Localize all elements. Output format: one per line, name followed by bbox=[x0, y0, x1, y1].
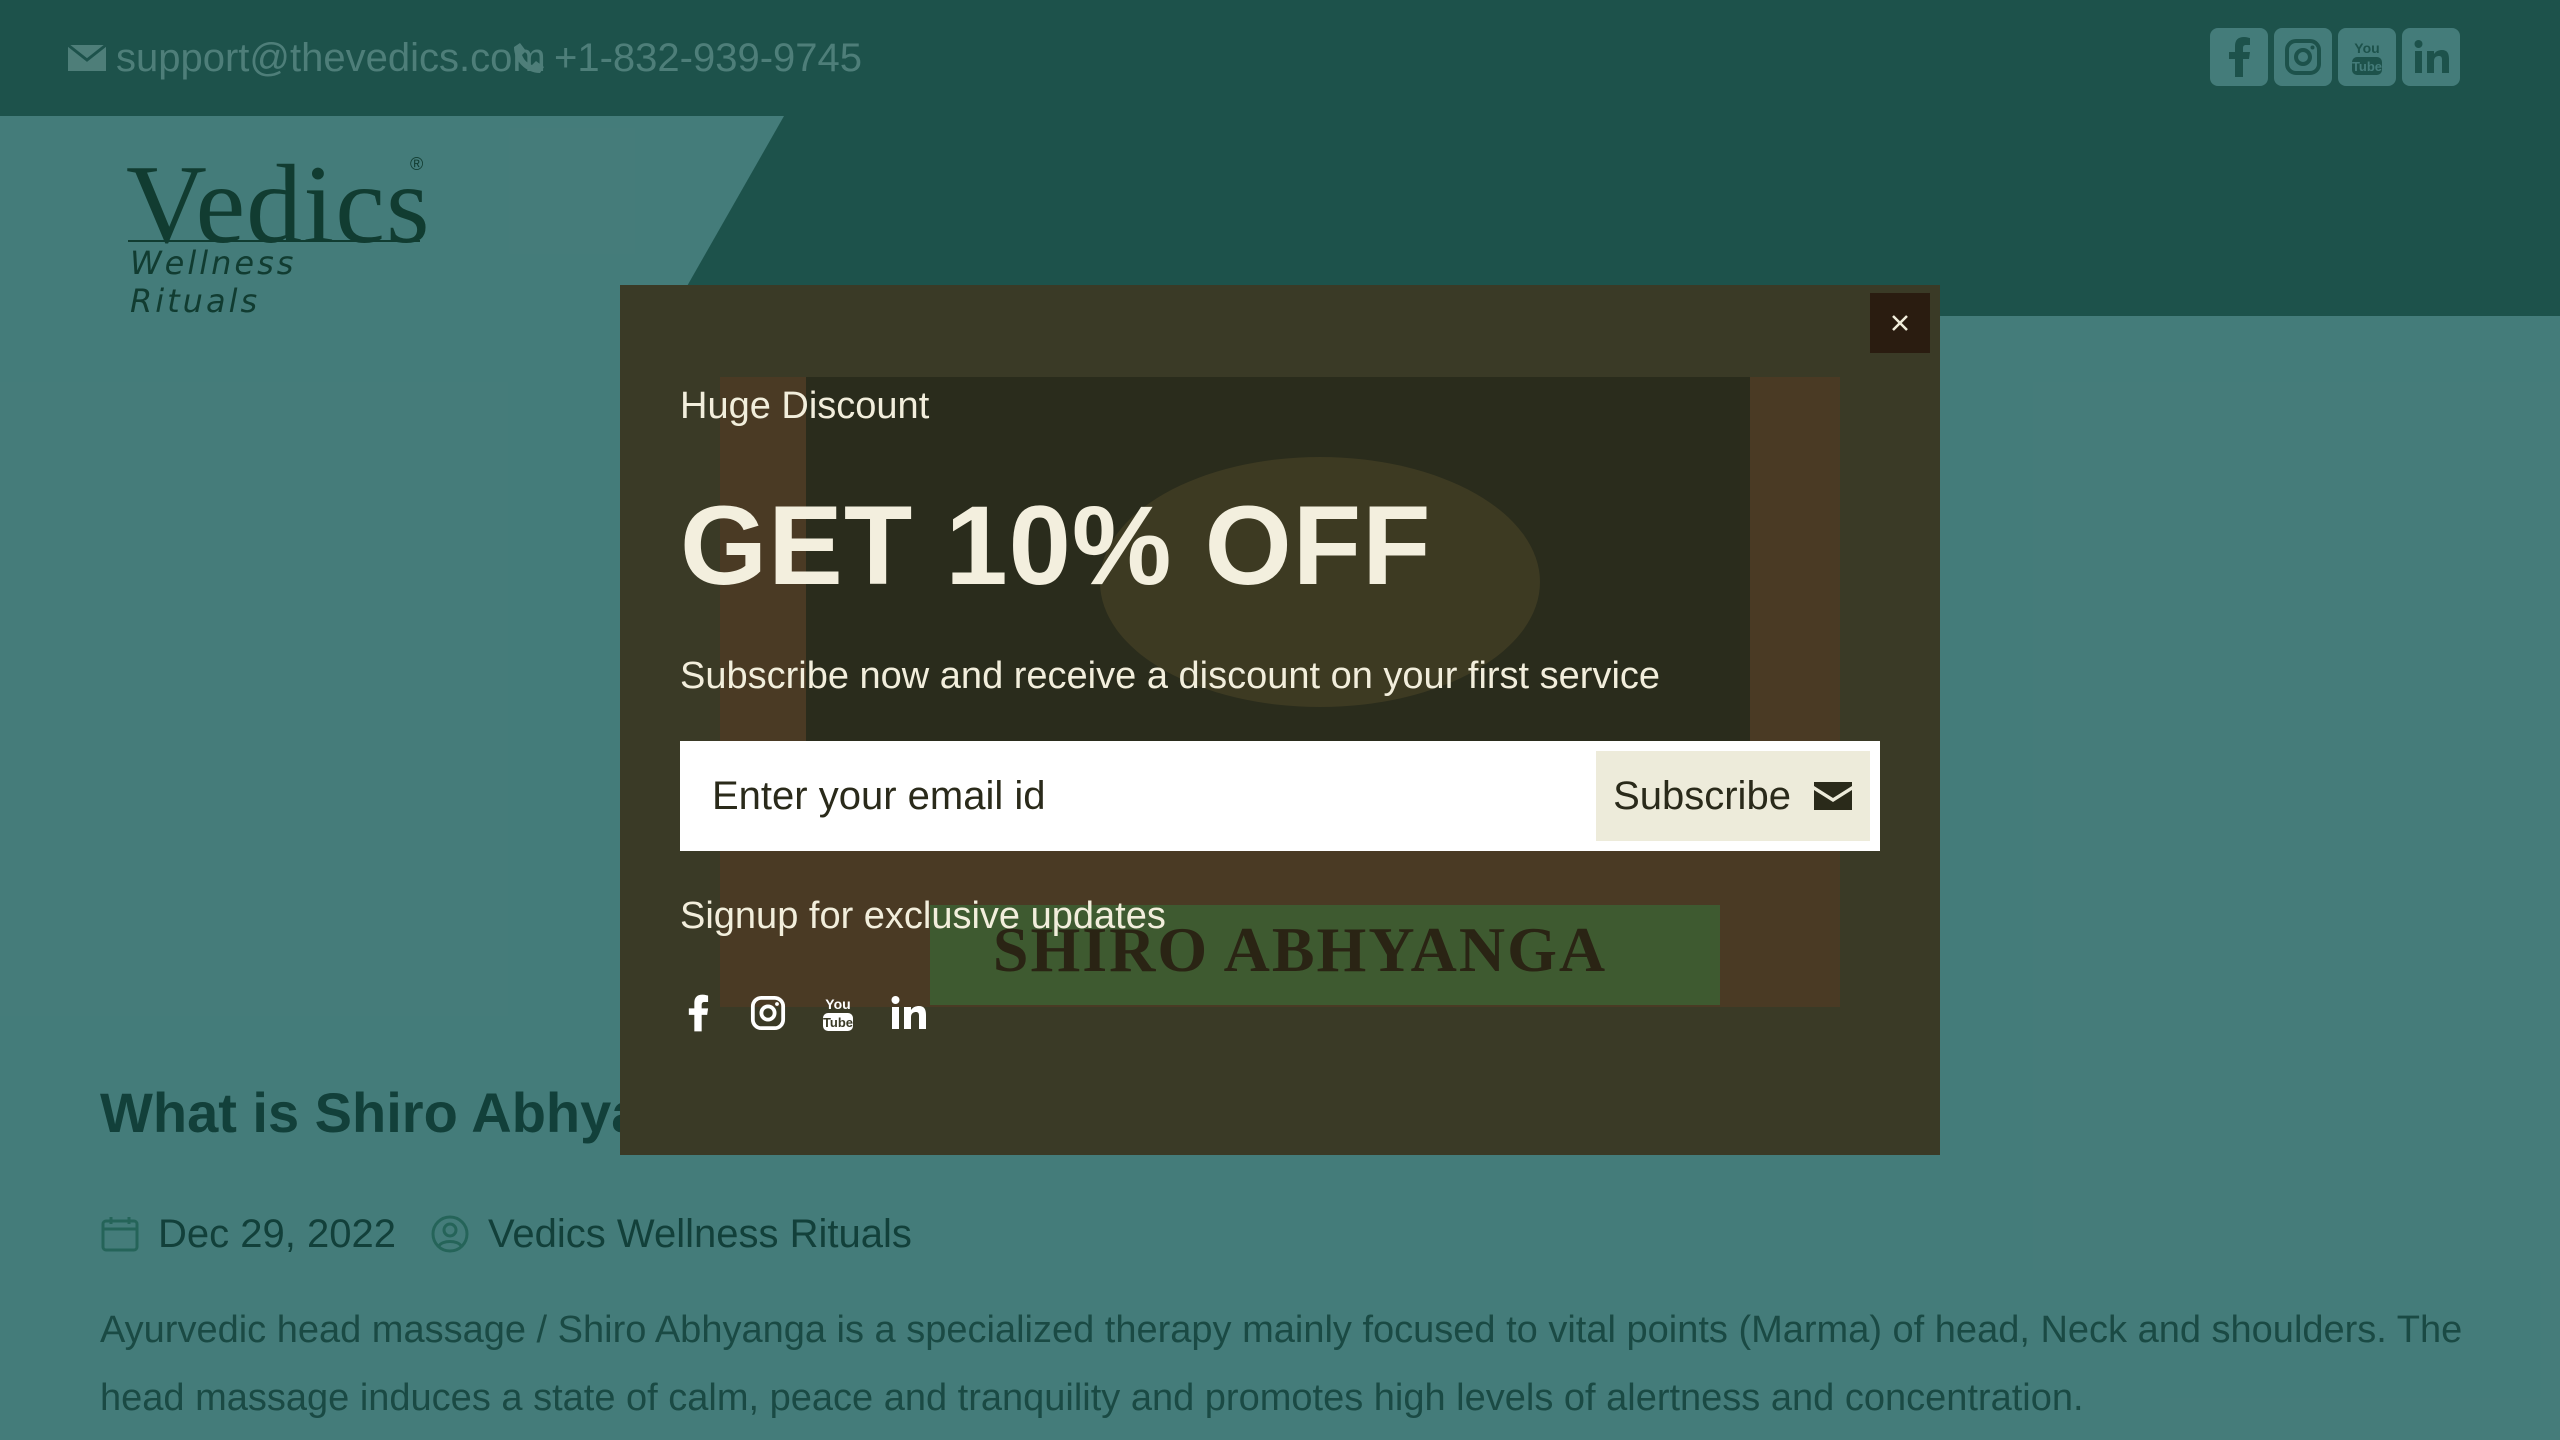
modal-subtext: Subscribe now and receive a discount on … bbox=[680, 655, 1661, 697]
email-field[interactable] bbox=[680, 741, 1580, 851]
facebook-icon[interactable] bbox=[680, 991, 716, 1035]
discount-modal: SHIRO ABHYANGA Huge Discount GET 10% OFF… bbox=[620, 285, 1940, 1155]
modal-kicker: Huge Discount bbox=[680, 385, 930, 427]
subscribe-button[interactable]: Subscribe bbox=[1596, 751, 1870, 841]
svg-text:Tube: Tube bbox=[823, 1015, 853, 1030]
linkedin-icon[interactable] bbox=[890, 991, 926, 1035]
modal-headline: GET 10% OFF bbox=[680, 483, 1432, 608]
svg-text:You: You bbox=[825, 996, 850, 1012]
youtube-icon[interactable]: You Tube bbox=[820, 991, 856, 1035]
envelope-icon bbox=[1813, 782, 1852, 810]
instagram-icon[interactable] bbox=[750, 991, 786, 1035]
subscribe-form: Subscribe bbox=[680, 741, 1880, 851]
signup-text: Signup for exclusive updates bbox=[680, 895, 1166, 937]
close-button[interactable] bbox=[1870, 293, 1930, 353]
subscribe-button-label: Subscribe bbox=[1613, 773, 1791, 818]
close-icon bbox=[1892, 315, 1908, 331]
modal-social-links: You Tube bbox=[680, 991, 926, 1035]
